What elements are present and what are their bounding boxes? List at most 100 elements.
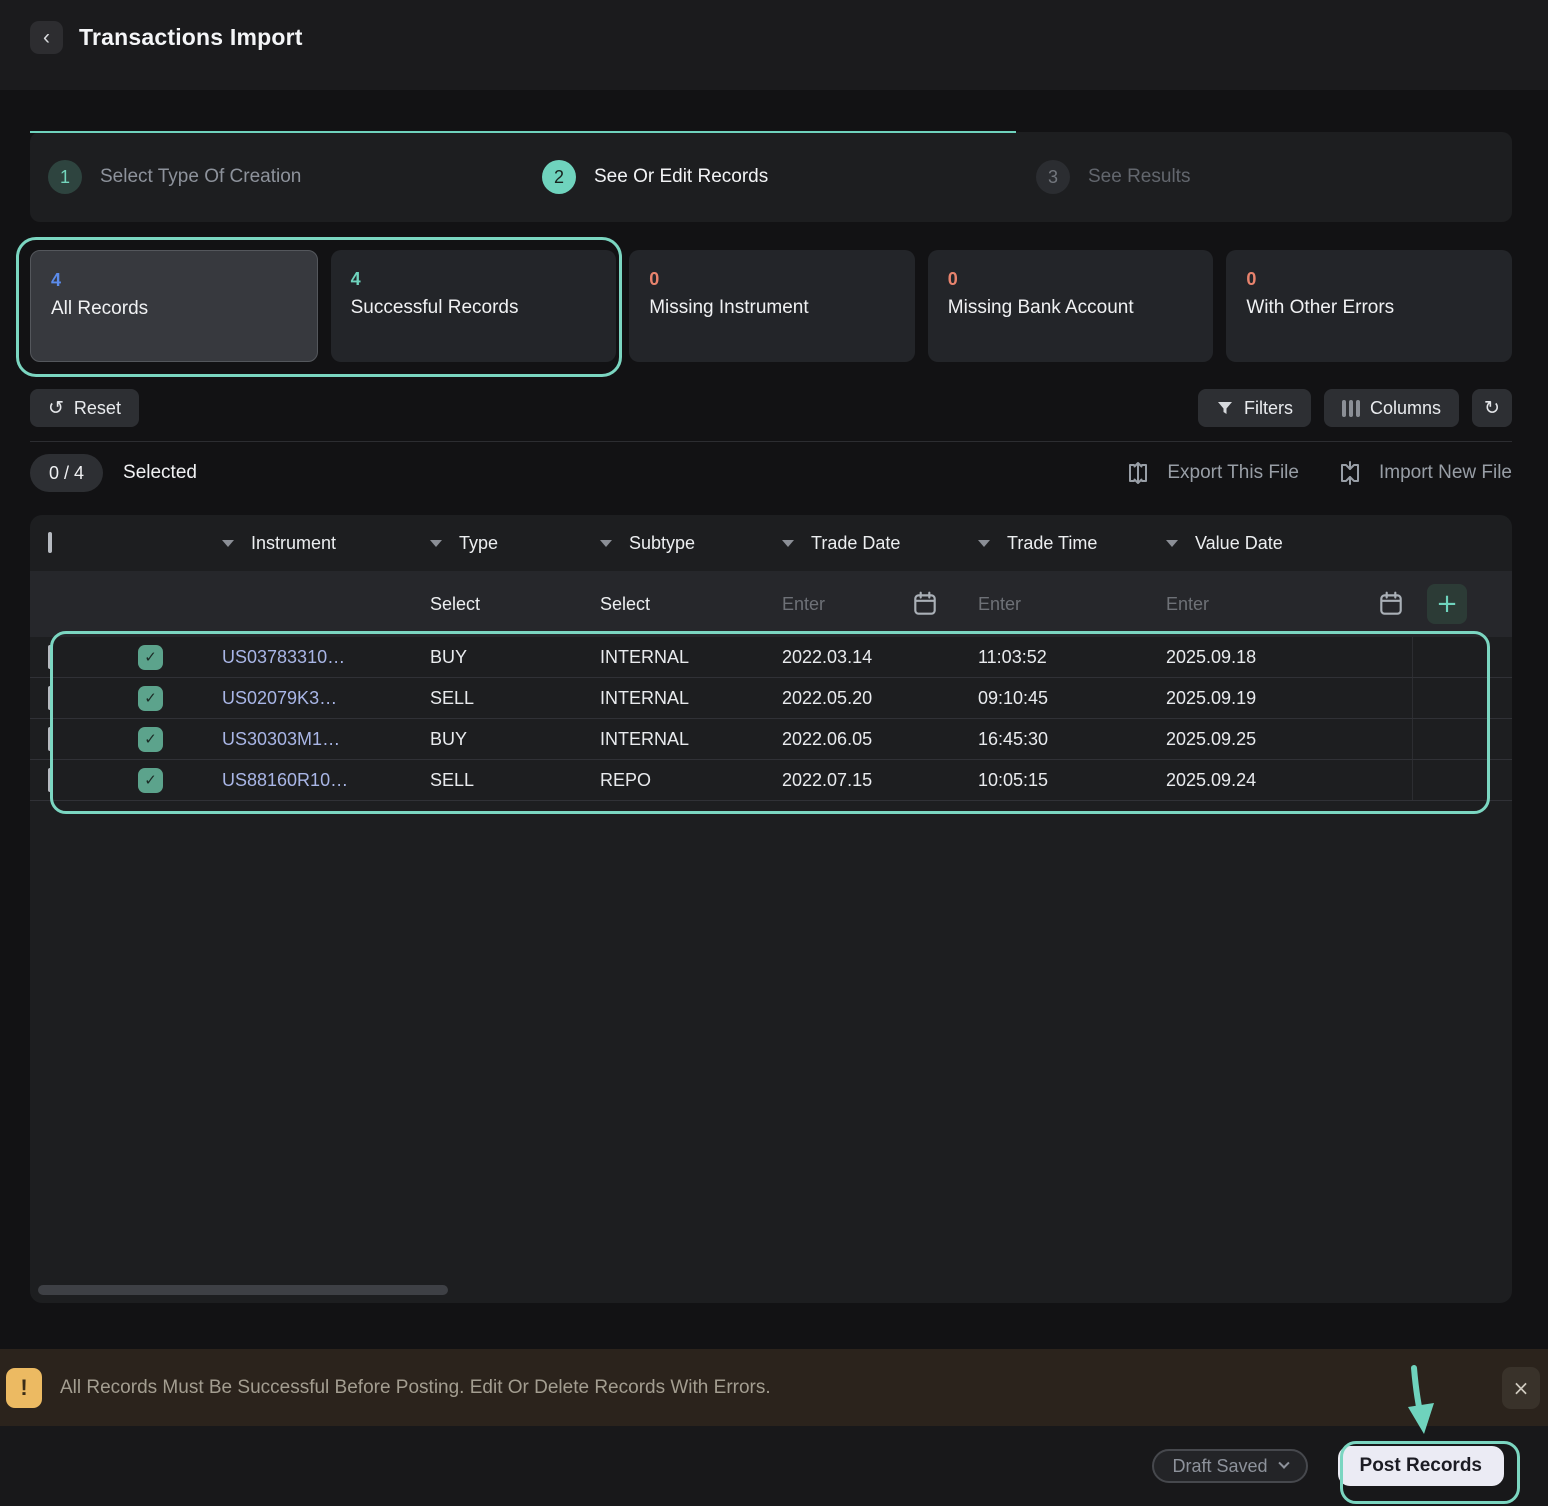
instrument-header-label: Instrument — [251, 533, 336, 554]
trade-time-dropdown-icon[interactable] — [978, 540, 990, 547]
row-4-type: SELL — [430, 770, 600, 791]
card-missing-bank-account[interactable]: 0 Missing Bank Account — [928, 250, 1214, 362]
refresh-button[interactable]: ↻ — [1472, 389, 1512, 427]
subtype-header-label: Subtype — [629, 533, 695, 554]
row-2-type: SELL — [430, 688, 600, 709]
filters-button[interactable]: Filters — [1198, 389, 1311, 427]
draft-saved-label: Draft Saved — [1172, 1456, 1267, 1477]
stepper: 1 Select Type Of Creation 2 See Or Edit … — [30, 132, 1512, 222]
row-3-actions-cell — [1412, 719, 1512, 759]
row-1-status-checkbox[interactable]: ✓ — [138, 645, 163, 670]
step-3-badge: 3 — [1036, 160, 1070, 194]
back-chevron-icon: ‹ — [43, 23, 50, 53]
reset-label: Reset — [74, 398, 121, 419]
step-1-label: Select Type Of Creation — [100, 166, 301, 188]
type-dropdown-icon[interactable] — [430, 540, 442, 547]
row-1-instrument-link[interactable]: US03783310… — [222, 647, 430, 668]
card-all-records[interactable]: 4 All Records — [30, 250, 318, 362]
row-3-subtype: INTERNAL — [600, 729, 782, 750]
value-date-filter-input[interactable]: Enter — [1166, 594, 1209, 615]
toolbar-right-group: Filters Columns ↻ — [1198, 389, 1512, 427]
row-4-checkbox[interactable] — [48, 768, 52, 792]
reset-button[interactable]: ↺ Reset — [30, 389, 139, 427]
row-2-status-checkbox[interactable]: ✓ — [138, 686, 163, 711]
type-filter-select[interactable]: Select — [430, 594, 480, 615]
column-header-subtype[interactable]: Subtype — [600, 533, 782, 554]
subtype-dropdown-icon[interactable] — [600, 540, 612, 547]
step-1-badge: 1 — [48, 160, 82, 194]
column-header-value-date[interactable]: Value Date — [1166, 533, 1412, 554]
value-date-dropdown-icon[interactable] — [1166, 540, 1178, 547]
trade-date-dropdown-icon[interactable] — [782, 540, 794, 547]
row-1-type: BUY — [430, 647, 600, 668]
row-3-trade-date: 2022.06.05 — [782, 729, 978, 750]
banner-close-button[interactable]: × — [1502, 1367, 1540, 1409]
horizontal-scrollbar[interactable] — [38, 1285, 448, 1295]
reset-icon: ↺ — [48, 399, 64, 418]
export-file-icon — [1125, 460, 1151, 486]
row-1-checkbox[interactable] — [48, 645, 52, 669]
card-missing-bank-account-label: Missing Bank Account — [948, 297, 1194, 319]
row-4-actions-cell — [1412, 760, 1512, 800]
draft-saved-dropdown[interactable]: Draft Saved — [1152, 1449, 1307, 1483]
check-icon: ✓ — [144, 771, 157, 789]
page-footer: Draft Saved Post Records — [0, 1426, 1548, 1506]
add-record-button[interactable]: + — [1427, 584, 1467, 624]
column-header-trade-date[interactable]: Trade Date — [782, 533, 978, 554]
row-2-checkbox[interactable] — [48, 686, 52, 710]
export-this-file-label: Export This File — [1167, 462, 1299, 484]
row-3-instrument-link[interactable]: US30303M1… — [222, 729, 430, 750]
step-see-or-edit-records[interactable]: 2 See Or Edit Records — [524, 132, 1018, 222]
table-row[interactable]: ✓ US02079K3… SELL INTERNAL 2022.05.20 09… — [30, 678, 1512, 719]
card-successful-records[interactable]: 4 Successful Records — [331, 250, 617, 362]
import-new-file-button[interactable]: Import New File — [1337, 460, 1512, 486]
warning-icon: ! — [6, 1368, 42, 1408]
trade-date-calendar-icon[interactable] — [912, 590, 938, 618]
value-date-header-label: Value Date — [1195, 533, 1283, 554]
select-all-checkbox[interactable] — [48, 532, 52, 553]
check-icon: ✓ — [144, 689, 157, 707]
table-row[interactable]: ✓ US30303M1… BUY INTERNAL 2022.06.05 16:… — [30, 719, 1512, 760]
row-1-trade-time: 11:03:52 — [978, 647, 1166, 668]
step-2-label: See Or Edit Records — [594, 166, 768, 188]
post-records-button[interactable]: Post Records — [1338, 1446, 1504, 1486]
row-3-checkbox[interactable] — [48, 727, 52, 751]
step-see-results[interactable]: 3 See Results — [1018, 132, 1512, 222]
card-missing-instrument-label: Missing Instrument — [649, 297, 895, 319]
column-header-instrument[interactable]: Instrument — [222, 533, 430, 554]
table-row[interactable]: ✓ US88160R10… SELL REPO 2022.07.15 10:05… — [30, 760, 1512, 801]
row-2-trade-date: 2022.05.20 — [782, 688, 978, 709]
columns-button[interactable]: Columns — [1324, 389, 1459, 427]
trade-date-filter-input[interactable]: Enter — [782, 594, 825, 615]
import-file-icon — [1337, 460, 1363, 486]
card-with-other-errors[interactable]: 0 With Other Errors — [1226, 250, 1512, 362]
table-filter-row: Select Select Enter Enter Enter + — [30, 571, 1512, 637]
table-row[interactable]: ✓ US03783310… BUY INTERNAL 2022.03.14 11… — [30, 637, 1512, 678]
card-missing-bank-account-count: 0 — [948, 269, 1194, 290]
row-3-status-checkbox[interactable]: ✓ — [138, 727, 163, 752]
card-missing-instrument[interactable]: 0 Missing Instrument — [629, 250, 915, 362]
summary-cards: 4 All Records 4 Successful Records 0 Mis… — [30, 250, 1512, 362]
row-4-trade-time: 10:05:15 — [978, 770, 1166, 791]
warning-banner: ! All Records Must Be Successful Before … — [0, 1349, 1548, 1426]
row-2-instrument-link[interactable]: US02079K3… — [222, 688, 430, 709]
trade-time-header-label: Trade Time — [1007, 533, 1097, 554]
selected-label: Selected — [123, 462, 197, 484]
instrument-dropdown-icon[interactable] — [222, 540, 234, 547]
row-4-instrument-link[interactable]: US88160R10… — [222, 770, 430, 791]
value-date-calendar-icon[interactable] — [1378, 590, 1404, 618]
column-header-type[interactable]: Type — [430, 533, 600, 554]
subtype-filter-select[interactable]: Select — [600, 594, 650, 615]
columns-label: Columns — [1370, 398, 1441, 419]
step-2-badge: 2 — [542, 160, 576, 194]
trade-time-filter-input[interactable]: Enter — [978, 594, 1021, 615]
export-this-file-button[interactable]: Export This File — [1125, 460, 1299, 486]
back-button[interactable]: ‹ — [30, 21, 63, 54]
plus-icon: + — [1436, 589, 1458, 619]
row-4-status-checkbox[interactable]: ✓ — [138, 768, 163, 793]
column-header-trade-time[interactable]: Trade Time — [978, 533, 1166, 554]
columns-icon — [1342, 400, 1360, 417]
refresh-icon: ↻ — [1484, 399, 1500, 418]
step-select-type-of-creation[interactable]: 1 Select Type Of Creation — [30, 132, 524, 222]
filters-label: Filters — [1244, 398, 1293, 419]
